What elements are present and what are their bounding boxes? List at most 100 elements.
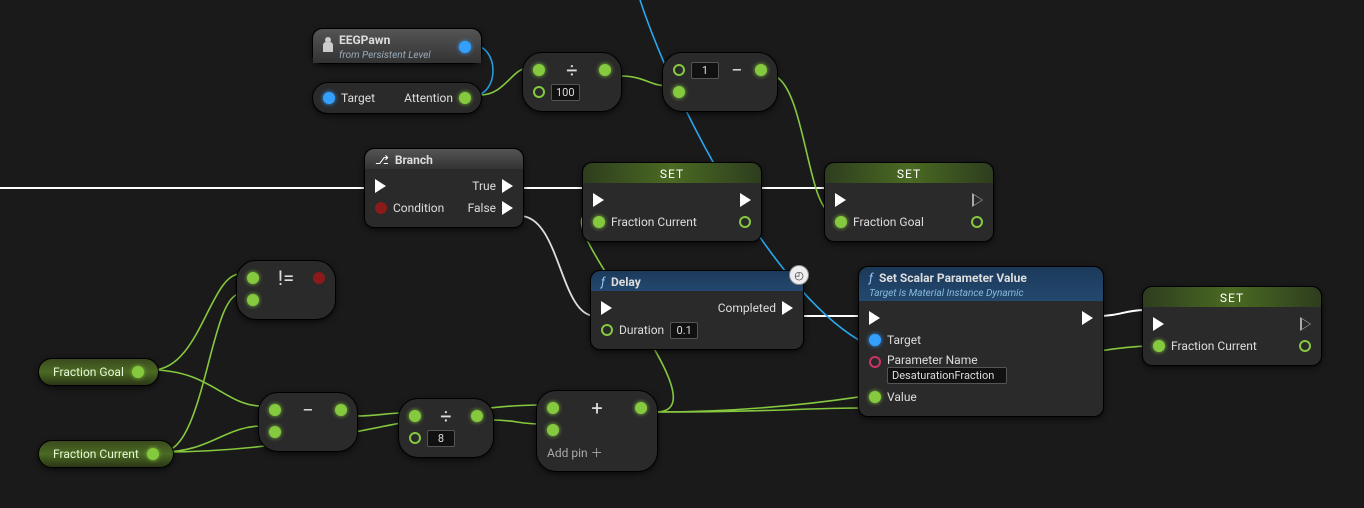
delay-title-text: Delay [611,275,641,289]
pin-set1-val-out[interactable] [739,216,751,228]
pin-div100-b[interactable] [533,86,545,98]
input-div100-b[interactable]: 100 [551,84,580,101]
set2-title: SET [825,163,993,183]
op-plus-icon: + [591,396,602,420]
node-divide-8[interactable]: ÷ 8 [398,398,494,458]
pin-delay-duration[interactable] [601,324,613,336]
eegpawn-title-text: EEGPawn [339,33,390,47]
var-fraction-current[interactable]: Fraction Current [38,440,174,468]
node-divide-100[interactable]: ÷ 100 [522,52,622,112]
function-icon: ƒ [601,275,605,289]
scalar-subtitle: Target is Material Instance Dynamic [869,288,1024,299]
pin-scalar-exec-out[interactable] [1082,311,1093,325]
pin-add-b[interactable] [547,424,559,436]
node-eegpawn[interactable]: EEGPawn from Persistent Level [312,28,482,64]
pin-div100-out[interactable] [599,64,611,76]
pin-scalar-exec-in[interactable] [869,311,880,325]
add-pin-label[interactable]: Add pin ＋ [547,444,603,461]
pin-div8-b[interactable] [409,432,421,444]
branch-title-text: Branch [395,153,433,167]
set3-title: SET [1143,287,1321,307]
label-duration: Duration [619,323,664,337]
input-one[interactable]: 1 [691,62,719,79]
pin-eegpawn-self[interactable] [459,41,471,53]
input-duration[interactable]: 0.1 [670,322,698,339]
node-one-minus[interactable]: 1 − [662,52,778,112]
node-delay[interactable]: ƒ Delay ◴ Completed Duration0.1 [590,270,804,350]
var-fraction-goal[interactable]: Fraction Goal [38,358,159,386]
label-set2-var: Fraction Goal [853,215,924,229]
node-branch[interactable]: ⎇ Branch True Condition False [364,148,524,228]
pin-div8-out[interactable] [471,410,483,422]
pin-set2-val-in[interactable] [835,216,847,228]
node-set-fraction-goal[interactable]: SET Fraction Goal [824,162,994,242]
label-false: False [468,201,496,215]
node-add[interactable]: + Add pin ＋ [536,390,658,472]
pin-delay-exec-in[interactable] [601,301,612,315]
pin-fraction-goal-out[interactable] [132,366,144,378]
label-scalar-target: Target [887,333,921,347]
pin-sub-b[interactable] [269,426,281,438]
pin-set1-exec-out[interactable] [740,193,751,207]
pin-set2-exec-in[interactable] [835,193,846,207]
pin-1m-b[interactable] [673,86,685,98]
function-icon-2: ƒ [869,271,873,285]
node-set-fraction-current-1[interactable]: SET Fraction Current [582,162,762,242]
pin-add-a[interactable] [547,402,559,414]
pin-set1-val-in[interactable] [593,216,605,228]
pin-ne-a[interactable] [247,272,259,284]
clock-icon: ◴ [789,265,809,285]
node-eegpawn-attention[interactable]: Target Attention [312,82,482,114]
pin-add-out[interactable] [635,402,647,414]
label-completed: Completed [718,301,776,315]
input-div8-b[interactable]: 8 [427,430,455,447]
pin-scalar-value[interactable] [869,391,881,403]
label-condition: Condition [393,201,444,215]
set1-title-text: SET [660,167,684,181]
delay-title: ƒ Delay [591,271,803,291]
pin-set1-exec-in[interactable] [593,193,604,207]
set1-title: SET [583,163,761,183]
pin-scalar-paramname[interactable] [869,356,881,368]
label-true: True [472,179,496,193]
node-set-fraction-current-2[interactable]: SET Fraction Current [1142,286,1322,366]
pin-fraction-current-out[interactable] [147,448,159,460]
pin-1m-a[interactable] [673,64,685,76]
label-fraction-current: Fraction Current [53,447,139,461]
pin-sub-out[interactable] [335,404,347,416]
pin-div100-a[interactable] [533,64,545,76]
pin-branch-exec-in[interactable] [375,179,386,193]
pin-branch-false[interactable] [502,201,513,215]
node-set-scalar-parameter[interactable]: ƒ Set Scalar Parameter Value Target is M… [858,266,1104,417]
pin-ne-out[interactable] [313,272,325,284]
pin-scalar-target[interactable] [869,334,881,346]
pin-ne-b[interactable] [247,294,259,306]
pin-delay-completed[interactable] [782,301,793,315]
pin-sub-a[interactable] [269,404,281,416]
eegpawn-title: EEGPawn from Persistent Level [313,29,481,63]
pin-target-in[interactable] [323,92,335,104]
pawn-icon [323,42,333,52]
label-scalar-value: Value [887,390,917,404]
pin-set3-val-out[interactable] [1299,340,1311,352]
label-fraction-goal: Fraction Goal [53,365,124,379]
scalar-title: ƒ Set Scalar Parameter Value Target is M… [859,267,1103,301]
node-not-equal[interactable]: != [236,260,336,320]
set3-title-text: SET [1220,291,1244,305]
input-param-name[interactable]: DesaturationFraction [887,367,1007,384]
pin-attention-out[interactable] [459,92,471,104]
scalar-title-text: Set Scalar Parameter Value [879,271,1027,285]
pin-branch-condition[interactable] [375,202,387,214]
pin-set3-exec-out[interactable] [1300,317,1311,331]
node-subtract[interactable]: − [258,392,358,452]
label-set3-var: Fraction Current [1171,339,1257,353]
pin-branch-true[interactable] [502,179,513,193]
pin-set3-exec-in[interactable] [1153,317,1164,331]
pin-set3-val-in[interactable] [1153,340,1165,352]
pin-set2-exec-out[interactable] [972,193,983,207]
label-set1-var: Fraction Current [611,215,697,229]
pin-set2-val-out[interactable] [971,216,983,228]
label-target: Target [341,91,375,105]
pin-div8-a[interactable] [409,410,421,422]
pin-1m-out[interactable] [755,64,767,76]
